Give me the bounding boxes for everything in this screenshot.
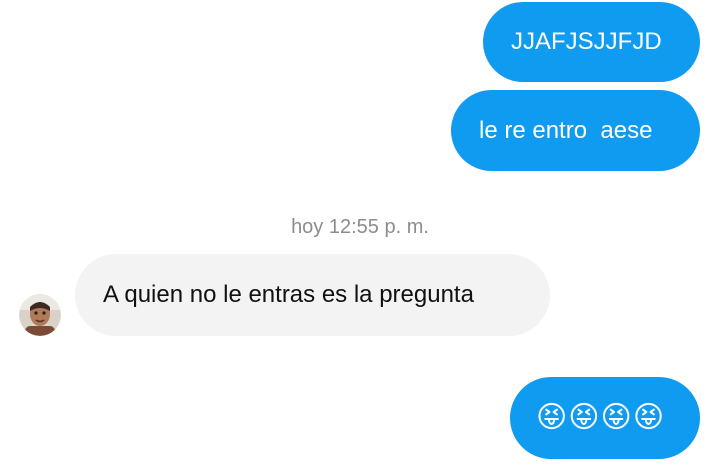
outgoing-message-bubble[interactable]: le re entro aese bbox=[451, 90, 700, 171]
message-text: JJAFJSJJFJD bbox=[511, 28, 662, 55]
message-text: le re entro aese bbox=[479, 116, 653, 144]
outgoing-message-bubble[interactable]: JJAFJSJJFJD bbox=[483, 2, 700, 82]
message-timestamp: hoy 12:55 p. m. bbox=[291, 216, 429, 238]
emoji-message-text: 😝😝😝😝 bbox=[536, 400, 666, 435]
contact-avatar[interactable] bbox=[19, 294, 61, 336]
incoming-message-bubble[interactable]: A quien no le entras es la pregunta bbox=[75, 254, 550, 336]
outgoing-message-bubble[interactable]: 😝😝😝😝 bbox=[510, 377, 700, 459]
profile-photo-icon bbox=[19, 294, 61, 336]
message-text: A quien no le entras es la pregunta bbox=[103, 281, 474, 308]
